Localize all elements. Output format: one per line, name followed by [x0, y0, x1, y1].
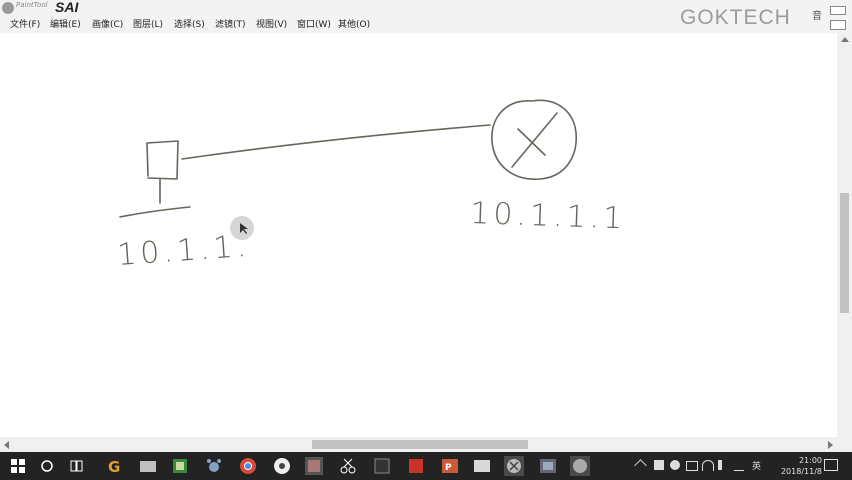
- app-name: SAI: [55, 0, 79, 15]
- canvas-drawing: 10.1.1. 10.1.1.1: [116, 99, 627, 273]
- svg-text:P: P: [445, 463, 452, 473]
- horizontal-scrollbar[interactable]: [0, 437, 852, 452]
- scroll-up-icon[interactable]: [841, 37, 849, 42]
- menu-file[interactable]: 文件(F): [10, 17, 40, 30]
- sai-logo-icon: [2, 2, 14, 14]
- app-window-icon[interactable]: [472, 456, 492, 476]
- menu-edit[interactable]: 编辑(E): [50, 17, 81, 30]
- restore-icon[interactable]: [830, 6, 846, 15]
- app-sai-icon[interactable]: [570, 456, 590, 476]
- menu-window[interactable]: 窗口(W): [297, 17, 331, 30]
- task-view-icon[interactable]: [68, 456, 88, 476]
- tray-status-icon[interactable]: [670, 460, 680, 470]
- clock-date: 2018/11/8: [780, 467, 822, 476]
- vertical-scroll-thumb[interactable]: [840, 193, 849, 313]
- search-circle-icon[interactable]: [37, 456, 57, 476]
- right-ip-label: 10.1.1.1: [470, 196, 627, 236]
- left-ip-label: 10.1.1.: [116, 229, 251, 273]
- app-scissors-icon[interactable]: [338, 456, 358, 476]
- menu-other[interactable]: 其他(O): [338, 17, 370, 30]
- menu-select[interactable]: 选择(S): [174, 17, 205, 30]
- tray-app-icon[interactable]: [654, 460, 664, 470]
- app-screenshot-icon[interactable]: [538, 456, 558, 476]
- app-disc-icon[interactable]: [272, 456, 292, 476]
- volume-icon[interactable]: [718, 460, 732, 470]
- vertical-scrollbar[interactable]: [837, 33, 852, 437]
- menu-view[interactable]: 视图(V): [256, 17, 287, 30]
- app-subtitle: PaintTool: [16, 1, 48, 9]
- pc-sketch-icon: [119, 140, 191, 218]
- menu-filter[interactable]: 滤镜(T): [215, 17, 246, 30]
- link-line: [181, 124, 491, 160]
- router-sketch-icon: [491, 99, 577, 180]
- drawing-canvas[interactable]: 10.1.1. 10.1.1.1: [0, 33, 837, 437]
- clock-time: 21:00: [798, 456, 822, 465]
- pen-icon[interactable]: [734, 460, 744, 471]
- app-network-icon[interactable]: [504, 456, 524, 476]
- svg-text:G: G: [108, 458, 120, 476]
- app-red-icon[interactable]: [406, 456, 426, 476]
- app-green-icon[interactable]: [170, 456, 190, 476]
- battery-icon[interactable]: [686, 461, 698, 471]
- taskbar: G P 英 21:00 2018/11/8: [0, 452, 852, 480]
- tray-chevron-icon[interactable]: [634, 459, 647, 472]
- app-folder-icon[interactable]: [138, 456, 158, 476]
- app-paw-icon[interactable]: [204, 456, 224, 476]
- scroll-left-icon[interactable]: [4, 441, 9, 449]
- menu-bar: 文件(F) 编辑(E) 画像(C) 图层(L) 选择(S) 滤镜(T) 视图(V…: [0, 16, 852, 32]
- scroll-right-icon[interactable]: [828, 441, 833, 449]
- app-image-icon[interactable]: [304, 456, 324, 476]
- app-dark-icon[interactable]: [372, 456, 392, 476]
- language-indicator[interactable]: 英: [752, 459, 761, 472]
- notification-icon[interactable]: [824, 459, 838, 471]
- menu-image[interactable]: 画像(C): [92, 17, 123, 30]
- windows-start-icon[interactable]: [8, 456, 28, 476]
- network-icon[interactable]: [702, 460, 714, 471]
- app-powerpoint-icon[interactable]: P: [440, 456, 460, 476]
- menu-layer[interactable]: 图层(L): [133, 17, 163, 30]
- app-g-icon[interactable]: G: [104, 456, 124, 476]
- horizontal-scroll-thumb[interactable]: [312, 440, 528, 449]
- clock[interactable]: 21:00 2018/11/8: [781, 455, 822, 477]
- app-chrome-icon[interactable]: [238, 456, 258, 476]
